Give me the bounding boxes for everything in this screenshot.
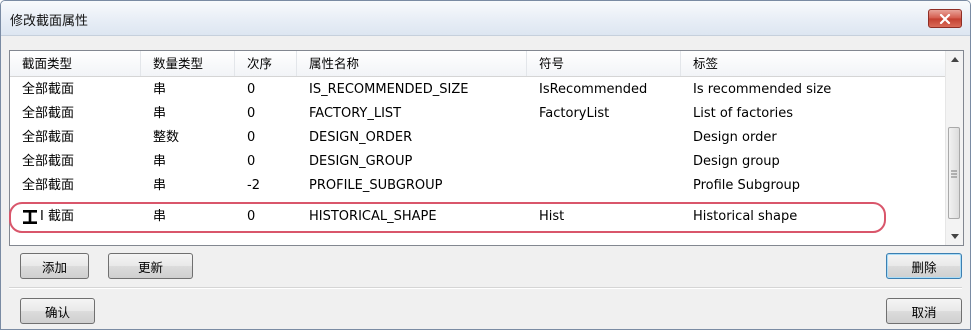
cell-symbol — [527, 174, 539, 198]
scrollbar-thumb[interactable] — [948, 127, 960, 219]
cell-attribute-name: PROFILE_SUBGROUP — [309, 178, 443, 193]
cell-label: Is recommended size — [693, 82, 832, 97]
grip-icon — [951, 170, 957, 178]
table-row[interactable]: 全部截面 串 0 DESIGN_GROUP Design group — [10, 150, 946, 174]
cell-order: 0 — [247, 82, 256, 97]
column-header-quantity-type[interactable]: 数量类型 — [141, 51, 235, 76]
cell-symbol: FactoryList — [539, 106, 610, 121]
cell-quantity-type: 串 — [153, 106, 167, 121]
highlight-annotation — [9, 202, 886, 233]
cell-symbol — [527, 150, 539, 174]
modify-section-attributes-dialog: 修改截面属性 截面类型 数量类型 次序 属性名称 符号 标签 全部截面 串 0 … — [0, 0, 971, 330]
confirm-button[interactable]: 确认 — [20, 298, 95, 324]
column-header-attribute-name[interactable]: 属性名称 — [297, 51, 527, 76]
cell-quantity-type: 串 — [153, 82, 167, 97]
arrow-up-icon — [950, 57, 959, 62]
cell-section-type: 全部截面 — [22, 82, 75, 97]
cell-order: 0 — [247, 130, 256, 145]
column-header-symbol[interactable]: 符号 — [527, 51, 681, 76]
column-header-section-type[interactable]: 截面类型 — [10, 51, 141, 76]
table-row[interactable]: 全部截面 整数 0 DESIGN_ORDER Design order — [10, 126, 946, 150]
column-header-label[interactable]: 标签 — [681, 51, 946, 76]
title-bar: 修改截面属性 — [1, 1, 970, 36]
cell-section-type: 全部截面 — [22, 178, 75, 193]
cell-attribute-name: FACTORY_LIST — [309, 106, 402, 121]
cell-label: Profile Subgroup — [693, 178, 801, 193]
arrow-down-icon — [950, 234, 959, 239]
scroll-up-button[interactable] — [946, 51, 963, 68]
cell-label: Design order — [693, 130, 777, 145]
window-title: 修改截面属性 — [10, 14, 89, 29]
table-header: 截面类型 数量类型 次序 属性名称 符号 标签 — [10, 51, 946, 77]
cell-order: -2 — [247, 178, 260, 193]
cell-label: List of factories — [693, 106, 793, 121]
close-icon — [939, 13, 951, 24]
cell-attribute-name: DESIGN_ORDER — [309, 130, 413, 145]
update-button[interactable]: 更新 — [108, 253, 193, 279]
cell-quantity-type: 整数 — [153, 130, 180, 145]
cancel-button[interactable]: 取消 — [886, 298, 962, 324]
add-button[interactable]: 添加 — [20, 253, 89, 279]
cell-order: 0 — [247, 154, 256, 169]
cell-attribute-name: IS_RECOMMENDED_SIZE — [309, 82, 469, 97]
vertical-scrollbar[interactable] — [945, 51, 963, 245]
table-row[interactable]: 全部截面 串 -2 PROFILE_SUBGROUP Profile Subgr… — [10, 174, 946, 198]
cell-quantity-type: 串 — [153, 178, 167, 193]
cell-quantity-type: 串 — [153, 154, 167, 169]
table-row[interactable]: 全部截面 串 0 FACTORY_LIST FactoryList List o… — [10, 102, 946, 126]
cell-label: Design group — [693, 154, 780, 169]
cell-symbol — [527, 126, 539, 150]
cell-order: 0 — [247, 106, 256, 121]
cell-section-type: 全部截面 — [22, 154, 75, 169]
column-header-order[interactable]: 次序 — [235, 51, 297, 76]
cell-section-type: 全部截面 — [22, 106, 75, 121]
cell-symbol: IsRecommended — [539, 82, 648, 97]
cell-section-type: 全部截面 — [22, 130, 75, 145]
cell-attribute-name: DESIGN_GROUP — [309, 154, 413, 169]
close-button[interactable] — [928, 9, 962, 28]
divider — [9, 287, 962, 289]
table-row[interactable]: 全部截面 串 0 IS_RECOMMENDED_SIZE IsRecommend… — [10, 78, 946, 102]
delete-button[interactable]: 删除 — [886, 253, 962, 279]
scroll-down-button[interactable] — [946, 228, 963, 245]
